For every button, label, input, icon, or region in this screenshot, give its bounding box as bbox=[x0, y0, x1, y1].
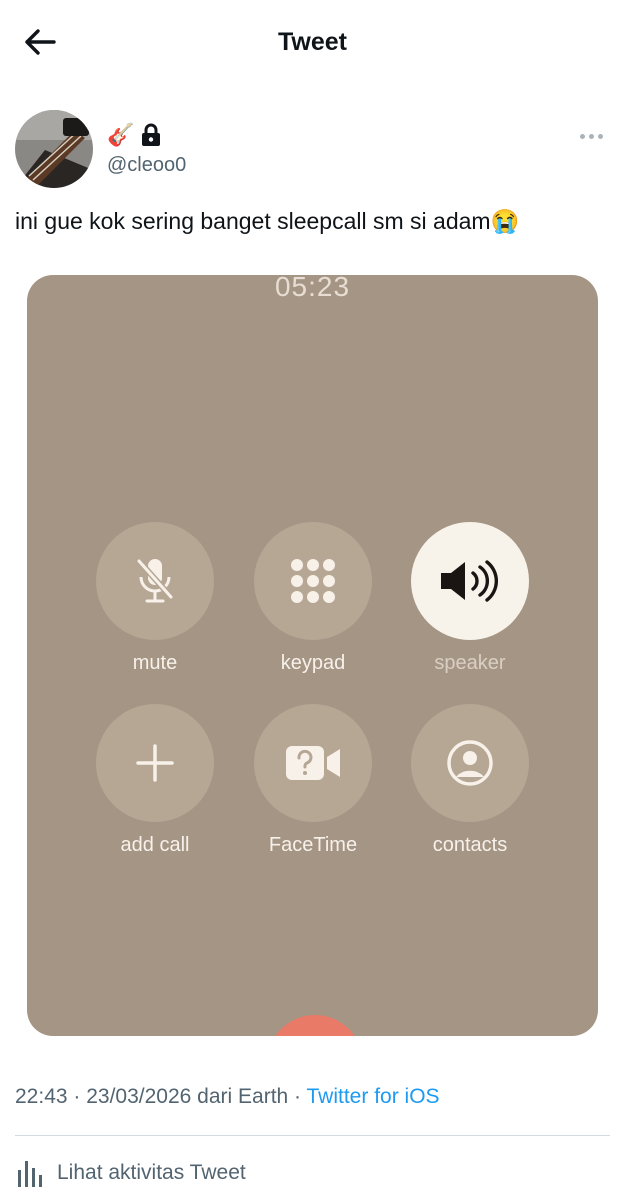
contacts-icon bbox=[447, 740, 493, 786]
meta-separator: · bbox=[67, 1085, 87, 1108]
more-dot bbox=[589, 133, 594, 139]
lock-icon bbox=[142, 123, 161, 146]
mute-label: mute bbox=[132, 652, 178, 674]
keypad-icon bbox=[291, 559, 335, 603]
plus-icon bbox=[136, 744, 174, 782]
facetime-circle bbox=[254, 704, 372, 822]
activity-label: Lihat aktivitas Tweet bbox=[57, 1161, 246, 1184]
more-dot bbox=[580, 133, 585, 139]
contacts-circle bbox=[411, 704, 529, 822]
add-call-label: add call bbox=[120, 834, 190, 856]
tweet-author: 🎸 @cleoo0 bbox=[15, 110, 610, 190]
speaker-circle bbox=[411, 522, 529, 640]
mute-button: mute bbox=[96, 522, 214, 675]
end-call-button bbox=[267, 1015, 363, 1036]
speaker-label: speaker bbox=[434, 652, 506, 674]
page-title: Tweet bbox=[278, 28, 347, 56]
author-display-name: 🎸 bbox=[107, 122, 135, 147]
facetime-label: FaceTime bbox=[268, 834, 358, 856]
avatar[interactable] bbox=[15, 110, 93, 188]
tweet-time: 22:43 bbox=[15, 1085, 68, 1108]
add-call-circle bbox=[96, 704, 214, 822]
keypad-label: keypad bbox=[280, 652, 346, 674]
keypad-button: keypad bbox=[254, 522, 372, 675]
speaker-button: speaker bbox=[411, 522, 529, 675]
add-call-button: add call bbox=[96, 704, 214, 857]
divider bbox=[15, 1135, 610, 1136]
facetime-icon bbox=[286, 746, 340, 780]
avatar-image bbox=[15, 110, 93, 188]
contacts-label: contacts bbox=[432, 834, 508, 856]
facetime-button: FaceTime bbox=[254, 704, 372, 857]
contacts-button: contacts bbox=[411, 704, 529, 857]
tweet-meta: 22:43 · 23/03/2026 dari Earth · Twitter … bbox=[15, 1085, 440, 1109]
mic-off-icon bbox=[136, 559, 174, 603]
more-dot bbox=[598, 133, 603, 139]
tweet-activity-link[interactable]: Lihat aktivitas Tweet bbox=[15, 1155, 246, 1191]
mute-circle bbox=[96, 522, 214, 640]
keypad-circle bbox=[254, 522, 372, 640]
author-handle[interactable]: @cleoo0 bbox=[107, 154, 186, 177]
tweet-media-image[interactable]: 05:23 mute keypad speaker add call FaceT… bbox=[27, 275, 598, 1036]
analytics-icon bbox=[18, 1161, 42, 1187]
tweet-date-source: 23/03/2026 dari Earth bbox=[86, 1085, 289, 1108]
tweet-text: ini gue kok sering banget sleepcall sm s… bbox=[15, 208, 520, 234]
speaker-icon bbox=[441, 560, 498, 602]
top-bar: Tweet bbox=[0, 0, 625, 86]
call-timer: 05:23 bbox=[274, 275, 351, 302]
meta-separator: · bbox=[288, 1085, 307, 1108]
tweet-client-link[interactable]: Twitter for iOS bbox=[307, 1085, 440, 1108]
author-name-row[interactable]: 🎸 bbox=[107, 120, 162, 150]
more-options-button[interactable] bbox=[580, 126, 610, 146]
